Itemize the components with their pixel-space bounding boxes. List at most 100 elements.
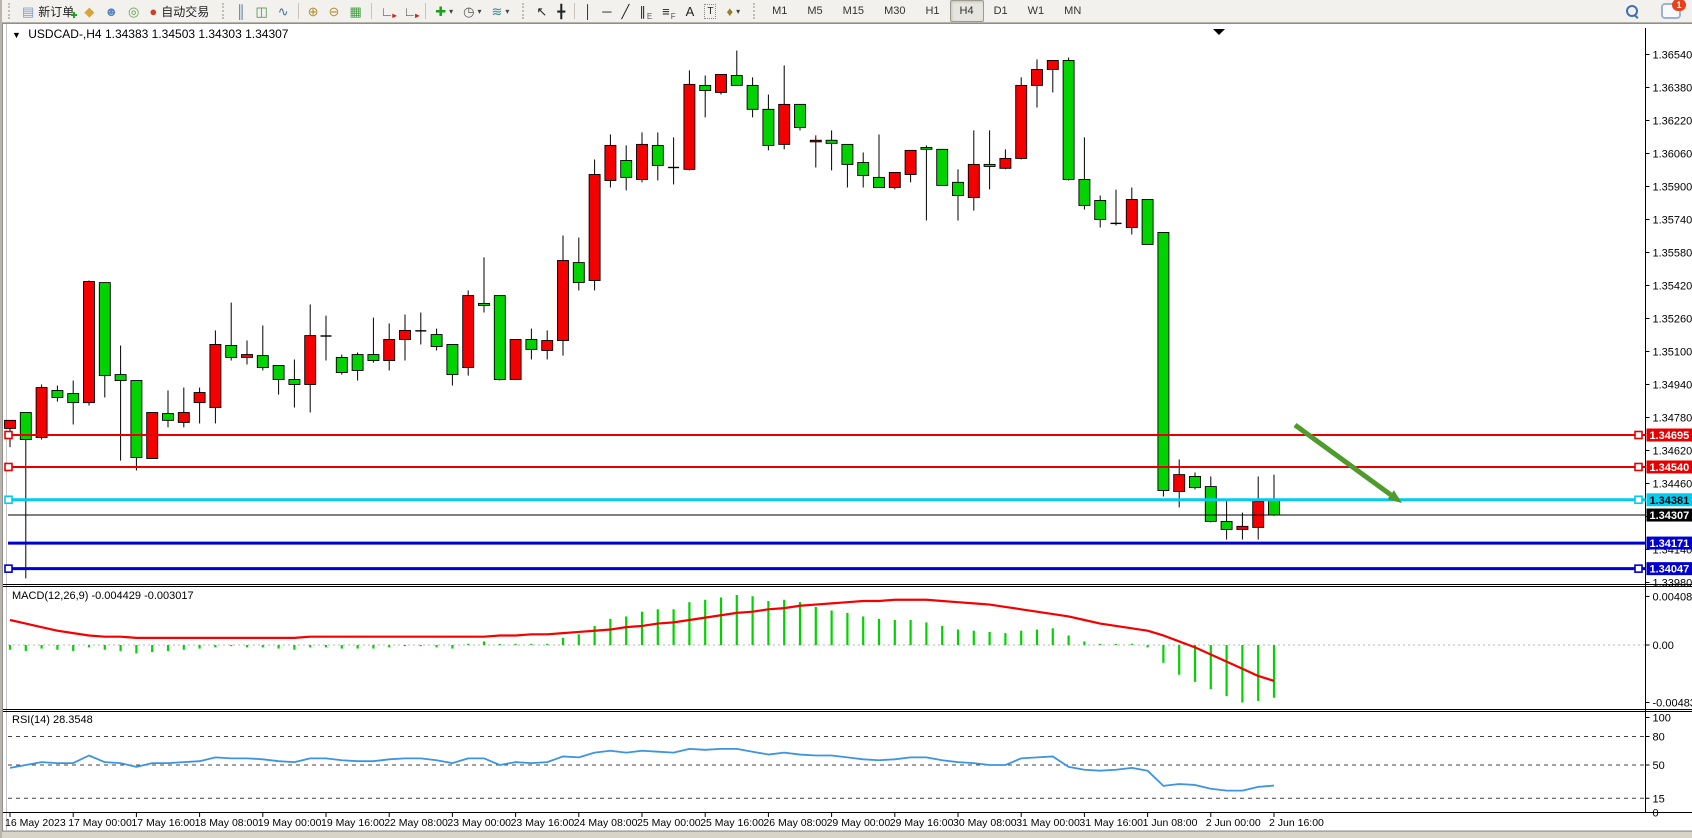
- autotrading-button[interactable]: ●自动交易: [144, 0, 214, 22]
- indicators-button[interactable]: ✚▾: [430, 0, 458, 22]
- tf-m5-button[interactable]: M5: [797, 0, 832, 22]
- notifications-button[interactable]: 1: [1656, 0, 1686, 22]
- market-depth-icon[interactable]: ◆: [79, 0, 99, 22]
- hline-handle[interactable]: [5, 565, 12, 572]
- tf-d1-button[interactable]: D1: [984, 0, 1018, 22]
- arrows-icon: ♦: [726, 5, 733, 18]
- periods-button[interactable]: ◷▾: [458, 0, 486, 22]
- date-tick-label: 1 Jun 08:00: [1143, 817, 1198, 829]
- candle-body: [842, 144, 853, 164]
- hline-handle[interactable]: [1635, 463, 1642, 470]
- macd-scale-label: 0.00: [1653, 640, 1674, 652]
- candle-body: [1142, 199, 1153, 244]
- candle-body: [257, 356, 268, 368]
- hline-handle[interactable]: [1635, 565, 1642, 572]
- candle-body: [352, 355, 363, 371]
- date-tick-label: 24 May 08:00: [574, 817, 638, 829]
- search-icon: [1625, 4, 1639, 18]
- tf-mn-button[interactable]: MN: [1054, 0, 1091, 22]
- horizontal-line-button[interactable]: ─: [597, 0, 616, 22]
- icon-badge: ▸: [415, 12, 419, 20]
- price-tag-label: 1.34381: [1650, 495, 1690, 507]
- price-tick-label: 1.36380: [1653, 82, 1692, 94]
- toolbar-grip: [222, 3, 227, 19]
- date-tick-label: 31 May 00:00: [1016, 817, 1080, 829]
- candle-body: [558, 261, 569, 341]
- cursor-button[interactable]: ↖: [531, 0, 552, 22]
- candlestick-chart-button[interactable]: ◫: [250, 0, 272, 22]
- candle-body: [1253, 501, 1264, 527]
- candle-body: [131, 381, 142, 458]
- trendline-button[interactable]: ╱: [617, 0, 635, 22]
- tf-m1-button-label: M1: [767, 5, 792, 17]
- candle-body: [1032, 70, 1043, 86]
- toolbar-separator: [425, 3, 426, 19]
- tf-w1-button-label: W1: [1023, 5, 1050, 17]
- tf-m1-button[interactable]: M1: [762, 0, 797, 22]
- autotrading-icon: ●: [149, 5, 157, 18]
- price-tick-label: 1.34940: [1653, 379, 1692, 391]
- community-icon-icon: ☻: [104, 5, 118, 18]
- dropdown-arrow-icon: ▾: [477, 7, 481, 16]
- toolbar-group: M1 M5M15 M30 H1H4D1 W1 MN: [747, 0, 1093, 22]
- rsi-scale-label: 0: [1653, 808, 1659, 820]
- price-tag-label: 1.34047: [1650, 564, 1690, 576]
- search-button[interactable]: [1620, 0, 1644, 22]
- date-tick-label: 19 May 16:00: [321, 817, 385, 829]
- candle-body: [700, 85, 711, 90]
- candle-body: [289, 380, 300, 385]
- text-label-button[interactable]: T: [699, 0, 721, 22]
- date-tick-label: 16 May 2023: [5, 817, 66, 829]
- price-tick-label: 1.33980: [1653, 577, 1692, 589]
- text-label-icon: T: [704, 4, 716, 19]
- line-chart-icon: ∿: [278, 5, 289, 18]
- new-order-button[interactable]: ▤✚新订单: [17, 0, 79, 22]
- zoom-out-button[interactable]: ⊖: [324, 0, 345, 22]
- arrows-button[interactable]: ♦▾: [721, 0, 745, 22]
- candle-body: [178, 413, 189, 423]
- channel-button[interactable]: ∥E: [634, 0, 657, 22]
- tile-windows-icon: ▦: [349, 5, 361, 18]
- chart-canvas[interactable]: 1.365401.363801.362201.360601.359001.357…: [2, 0, 1692, 838]
- date-tick-label: 17 May 00:00: [68, 817, 132, 829]
- tf-m15-button[interactable]: M15: [833, 0, 874, 22]
- auto-scroll-button[interactable]: ∟▸: [376, 0, 399, 22]
- candle-body: [984, 164, 995, 166]
- community-icon[interactable]: ☻: [99, 0, 123, 22]
- date-tick-label: 22 May 08:00: [384, 817, 448, 829]
- crosshair-button[interactable]: ╋: [552, 0, 570, 22]
- candle-body: [1047, 60, 1058, 69]
- dropdown-arrow-icon: ▾: [449, 7, 453, 16]
- new-order-icon: ▤: [22, 5, 34, 18]
- tf-h1-button[interactable]: H1: [915, 0, 949, 22]
- price-tick-label: 1.35420: [1653, 280, 1692, 292]
- hline-handle[interactable]: [1635, 432, 1642, 439]
- bars-chart-button[interactable]: ║: [231, 0, 250, 22]
- hline-handle[interactable]: [1635, 496, 1642, 503]
- hline-handle[interactable]: [5, 432, 12, 439]
- tf-m30-button[interactable]: M30: [874, 0, 915, 22]
- line-chart-button[interactable]: ∿: [273, 0, 294, 22]
- zoom-out-icon: ⊖: [329, 5, 340, 18]
- vertical-line-button[interactable]: │: [579, 0, 597, 22]
- window-bottom-strip: [2, 831, 1692, 838]
- text-button[interactable]: A: [681, 0, 700, 22]
- zoom-in-button[interactable]: ⊕: [303, 0, 324, 22]
- candle-body: [921, 147, 932, 149]
- tf-w1-button[interactable]: W1: [1018, 0, 1055, 22]
- horizontal-line-icon: ─: [602, 5, 611, 18]
- chart-shift-button[interactable]: ∟▸: [398, 0, 421, 22]
- tile-windows-button[interactable]: ▦: [344, 0, 366, 22]
- candle-body: [968, 164, 979, 197]
- tf-h4-button[interactable]: H4: [950, 0, 984, 22]
- candle-body: [1237, 526, 1248, 529]
- date-tick-label: 30 May 08:00: [953, 817, 1017, 829]
- hline-handle[interactable]: [5, 463, 12, 470]
- rsi-scale-label: 100: [1653, 713, 1671, 725]
- tf-m30-button-label: M30: [879, 5, 910, 17]
- templates-button[interactable]: ≋▾: [487, 0, 515, 22]
- fibonacci-button[interactable]: ≡F: [657, 0, 680, 22]
- hline-handle[interactable]: [5, 496, 12, 503]
- macd-scale-label: -0.004834: [1653, 698, 1692, 710]
- signals-icon[interactable]: ◎: [123, 0, 144, 22]
